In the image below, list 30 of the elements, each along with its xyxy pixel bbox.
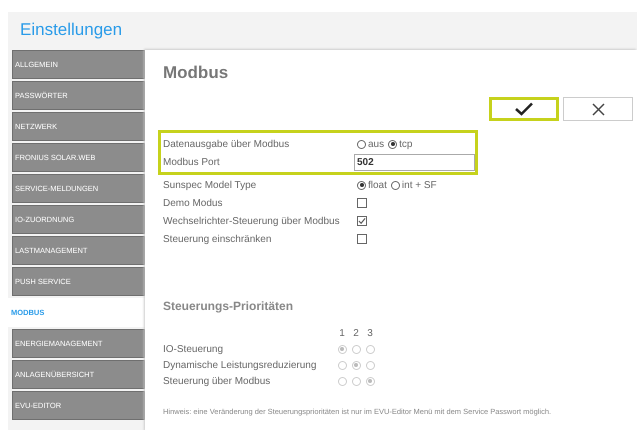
radio-label: tcp [399,138,412,150]
close-icon [592,102,604,116]
setting-label: Sunspec Model Type [163,180,258,190]
setting-label: Wechselrichter-Steuerung über Modbus [163,216,341,226]
radio-button[interactable] [388,140,398,148]
page-header-title: Einstellungen [20,20,122,40]
radio-label: int + SF [402,180,437,190]
priority-label: IO-Steuerung [163,344,224,354]
page-title: Modbus [163,63,230,83]
setting-label: Datenausgabe über Modbus [163,138,290,150]
section-title: Steuerungs-Prioritäten [163,299,294,313]
setting-label: Steuerung einschränken [163,234,272,244]
port-input-field[interactable]: 502 [354,154,475,170]
setting-label: Demo Modus [163,198,224,208]
radio-button[interactable] [390,180,400,190]
confirm-button[interactable] [489,97,559,121]
radio-button[interactable] [357,140,366,148]
radio-label: aus [368,138,384,150]
radio-label: float [368,180,387,190]
checkbox[interactable] [357,216,367,226]
setting-label: Modbus Port [163,156,221,168]
checkbox[interactable] [357,234,367,244]
priority-label: Dynamische Leistungsreduzierung [163,360,318,370]
priority-label: Steuerung über Modbus [163,376,272,386]
column-header: 2 [352,328,360,338]
column-header: 1 [338,328,346,338]
checkmark-icon [515,102,533,116]
column-header: 3 [366,328,374,338]
checkbox[interactable] [357,198,367,208]
radio-button[interactable] [357,180,366,190]
